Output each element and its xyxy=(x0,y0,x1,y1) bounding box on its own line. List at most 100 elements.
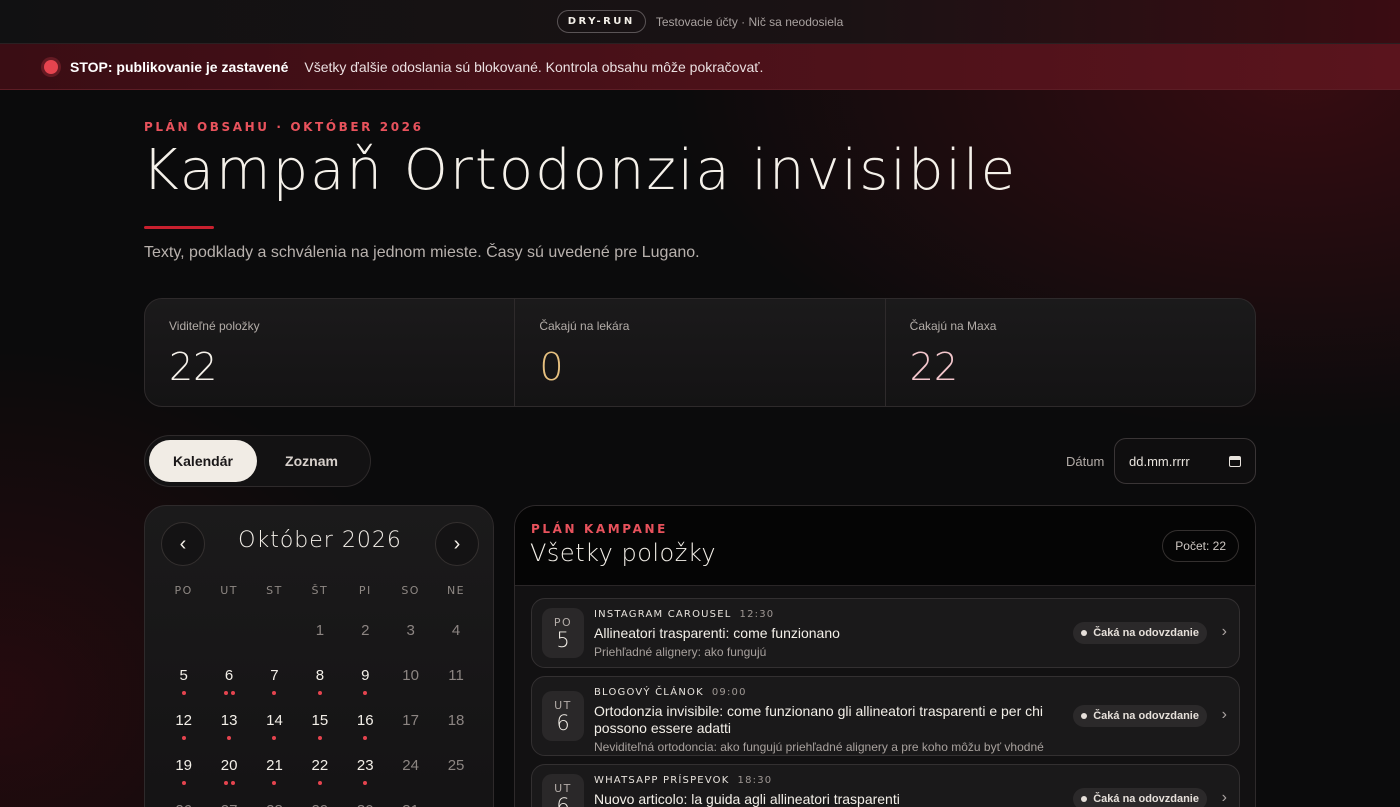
calendar-day-number: 15 xyxy=(311,712,329,729)
item-meta: BLOGOVÝ ČLÁNOK 09:00 xyxy=(594,687,1064,698)
calendar-day-number: 26 xyxy=(175,802,192,807)
calendar-day[interactable]: 22 xyxy=(297,747,342,792)
event-dots xyxy=(252,691,297,695)
list-view-button[interactable]: Zoznam xyxy=(257,440,366,482)
calendar-day[interactable]: 30 xyxy=(343,792,388,807)
event-dot xyxy=(230,781,235,785)
item-channel: BLOGOVÝ ČLÁNOK xyxy=(594,687,704,698)
calendar-day[interactable]: 1 xyxy=(297,612,342,657)
calendar-day[interactable]: 11 xyxy=(433,657,478,702)
calendar-day[interactable]: 17 xyxy=(388,702,433,747)
event-dots xyxy=(161,691,206,695)
calendar-day[interactable]: 16 xyxy=(343,702,388,747)
calendar-day-number: 13 xyxy=(220,712,238,729)
calendar-day[interactable]: 21 xyxy=(252,747,297,792)
item-time: 12:30 xyxy=(739,609,775,620)
event-dots xyxy=(161,781,206,785)
calendar-spacer xyxy=(343,600,388,612)
calendar-empty-cell xyxy=(252,612,297,657)
item-title: Nuovo articolo: la guida agli allineator… xyxy=(594,791,900,807)
calendar-day-number: 29 xyxy=(312,802,329,807)
date-placeholder: dd.mm.rrrr xyxy=(1129,453,1190,469)
plan-item[interactable]: UT 6 WHATSAPP PRÍSPEVOK 18:30 Nuovo articolo… xyxy=(531,764,1240,807)
chevron-right-icon[interactable]: › xyxy=(1222,706,1227,724)
calendar-day[interactable]: 18 xyxy=(433,702,478,747)
date-filter-label: Dátum xyxy=(1066,454,1105,469)
chevron-right-icon[interactable]: › xyxy=(1222,789,1227,807)
calendar-day[interactable]: 5 xyxy=(161,657,206,702)
calendar-day[interactable]: 8 xyxy=(297,657,342,702)
plan-item[interactable]: UT 6 BLOGOVÝ ČLÁNOK 09:00 Ortodonzia invisib… xyxy=(531,676,1240,756)
calendar-day[interactable]: 28 xyxy=(252,792,297,807)
weekday-label: ST xyxy=(266,584,283,597)
event-dot xyxy=(317,691,322,695)
plan-item-list: PO 5 INSTAGRAM CAROUSEL 12:30 Allineatori tr… xyxy=(531,598,1240,807)
item-channel: INSTAGRAM CAROUSEL xyxy=(594,609,732,620)
stop-banner: STOP: publikovanie je zastavené Všetky ď… xyxy=(0,44,1400,90)
calendar-day[interactable]: 3 xyxy=(388,612,433,657)
event-dot xyxy=(272,736,277,740)
title-divider xyxy=(144,226,214,229)
calendar-day[interactable]: 2 xyxy=(343,612,388,657)
calendar-day-number: 21 xyxy=(266,757,283,774)
calendar-day-number: 12 xyxy=(175,712,193,729)
event-dots xyxy=(206,781,251,785)
calendar-day[interactable]: 10 xyxy=(388,657,433,702)
calendar-day[interactable]: 13 xyxy=(206,702,251,747)
calendar-empty-cell xyxy=(206,612,251,657)
calendar-spacer xyxy=(161,600,206,612)
calendar-spacer xyxy=(433,600,478,612)
stat-label: Čakajú na lekára xyxy=(539,319,630,333)
event-dot xyxy=(272,781,277,785)
item-body: BLOGOVÝ ČLÁNOK 09:00 Ortodonzia invisibile… xyxy=(594,687,1064,754)
calendar-day[interactable]: 27 xyxy=(206,792,251,807)
plan-item[interactable]: PO 5 INSTAGRAM CAROUSEL 12:30 Allineatori tr… xyxy=(531,598,1240,668)
event-dot xyxy=(317,736,322,740)
view-toggle: Kalendár Zoznam xyxy=(144,435,371,487)
calendar-day[interactable]: 6 xyxy=(206,657,251,702)
chevron-right-icon[interactable]: › xyxy=(1222,623,1227,641)
calendar-day[interactable]: 4 xyxy=(433,612,478,657)
calendar-day[interactable]: 15 xyxy=(297,702,342,747)
calendar-day-number: 11 xyxy=(448,667,464,684)
calendar-view-button[interactable]: Kalendár xyxy=(149,440,257,482)
calendar-empty-cell xyxy=(161,612,206,657)
calendar-day[interactable]: 25 xyxy=(433,747,478,792)
calendar-day[interactable]: 31 xyxy=(388,792,433,807)
event-dots xyxy=(297,691,342,695)
calendar-day-number: 30 xyxy=(357,802,374,807)
calendar-day[interactable]: 12 xyxy=(161,702,206,747)
next-month-button[interactable]: › xyxy=(435,522,479,566)
calendar-day[interactable]: 14 xyxy=(252,702,297,747)
calendar-spacer xyxy=(252,600,297,612)
status-dot xyxy=(1081,796,1088,802)
calendar-day[interactable]: 29 xyxy=(297,792,342,807)
stat-visible-items: Viditeľné položky 22 xyxy=(145,299,514,406)
calendar-spacer xyxy=(388,600,433,612)
event-dots xyxy=(343,781,388,785)
event-dot xyxy=(223,781,228,785)
calendar-day-number: 18 xyxy=(447,712,465,729)
calendar-icon[interactable] xyxy=(1229,455,1241,467)
calendar-day[interactable]: 7 xyxy=(252,657,297,702)
event-dots xyxy=(206,691,251,695)
calendar-day[interactable]: 24 xyxy=(388,747,433,792)
event-dots xyxy=(206,736,251,740)
calendar-day[interactable]: 23 xyxy=(343,747,388,792)
item-count-badge: Počet: 22 xyxy=(1162,530,1239,562)
date-filter-input[interactable]: dd.mm.rrrr xyxy=(1114,438,1256,484)
event-dots xyxy=(343,736,388,740)
calendar-day[interactable]: 19 xyxy=(161,747,206,792)
event-dot xyxy=(363,736,368,740)
item-body: INSTAGRAM CAROUSEL 12:30 Allineatori trasp… xyxy=(594,609,1064,659)
calendar-day[interactable]: 20 xyxy=(206,747,251,792)
item-channel: WHATSAPP PRÍSPEVOK xyxy=(594,775,730,786)
calendar-grid: PO UT ST ŠT PI SO NE 1 2 3 4 5 6 7 8 9 10 11 12 13 14 15 16 17 1… xyxy=(161,584,479,807)
calendar-day-number: 23 xyxy=(356,757,374,774)
calendar-day[interactable]: 26 xyxy=(161,792,206,807)
item-status-badge: Čaká na odovzdanie xyxy=(1073,788,1207,807)
page-eyebrow: PLÁN OBSAHU · OKTÓBER 2026 xyxy=(144,120,424,134)
event-dot xyxy=(230,691,235,695)
calendar-day[interactable]: 9 xyxy=(343,657,388,702)
item-subtitle: Priehľadné alignery: ako fungujú xyxy=(594,645,767,659)
